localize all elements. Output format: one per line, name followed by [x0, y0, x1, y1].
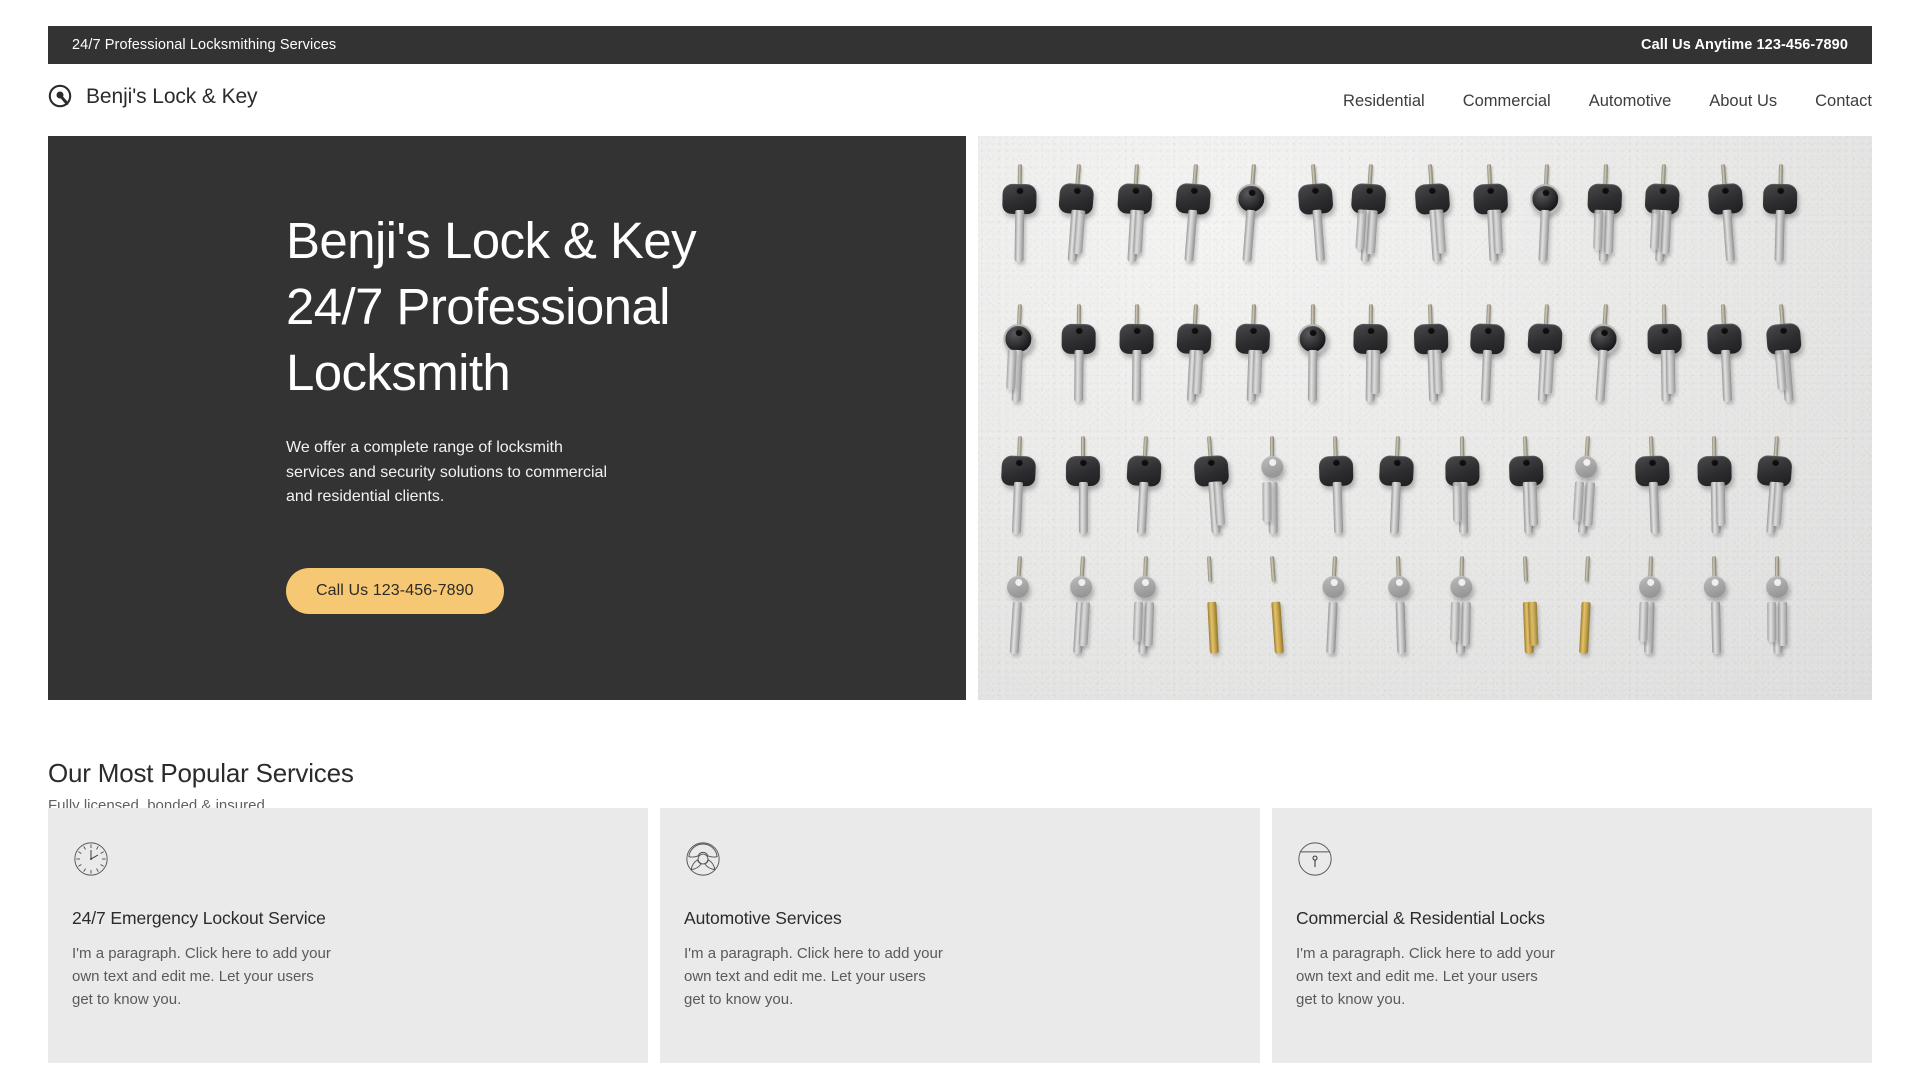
- announcement-bar: 24/7 Professional Locksmithing Services …: [48, 26, 1872, 64]
- service-card[interactable]: Commercial & Residential Locks I'm a par…: [1272, 808, 1872, 1063]
- steering-wheel-icon: [686, 842, 720, 876]
- services-header: Our Most Popular Services Fully licensed…: [48, 758, 354, 814]
- service-card-body: I'm a paragraph. Click here to add your …: [72, 945, 331, 1008]
- hero-keys-image: [978, 136, 1872, 700]
- announcement-tagline: 24/7 Professional Locksmithing Services: [72, 37, 337, 53]
- service-card-title: Commercial & Residential Locks: [1296, 908, 1545, 928]
- service-card-body: I'm a paragraph. Click here to add your …: [684, 945, 943, 1008]
- hero-image-keys: [978, 136, 1872, 700]
- padlock-keyhole-icon: [1298, 842, 1332, 876]
- hero-title: Benji's Lock & Key 24/7 Professional Loc…: [286, 212, 697, 401]
- nav-item-residential[interactable]: Residential: [1343, 92, 1425, 111]
- hero-divider: [966, 136, 978, 700]
- hero-subtitle: We offer a complete range of locksmith s…: [286, 439, 608, 505]
- services-title: Our Most Popular Services: [48, 758, 354, 788]
- main-navigation: Residential Commercial Automotive About …: [1343, 92, 1872, 111]
- service-card-body: I'm a paragraph. Click here to add your …: [1296, 945, 1555, 1008]
- brand-name: Benji's Lock & Key: [86, 85, 258, 108]
- services-card-list: 24/7 Emergency Lockout Service I'm a par…: [48, 808, 1872, 1063]
- service-card[interactable]: Automotive Services I'm a paragraph. Cli…: [660, 808, 1260, 1063]
- announcement-phone[interactable]: Call Us Anytime 123-456-7890: [1641, 37, 1848, 53]
- hero-call-button[interactable]: Call Us 123-456-7890: [286, 567, 504, 614]
- site-header: Benji's Lock & Key Residential Commercia…: [0, 64, 1920, 136]
- nav-item-about-us[interactable]: About Us: [1709, 92, 1777, 111]
- nav-item-contact[interactable]: Contact: [1815, 92, 1872, 111]
- hero-section: Benji's Lock & Key 24/7 Professional Loc…: [48, 136, 1872, 700]
- service-card-title: Automotive Services: [684, 908, 842, 928]
- nav-item-automotive[interactable]: Automotive: [1589, 92, 1672, 111]
- hero-text-panel: Benji's Lock & Key 24/7 Professional Loc…: [48, 136, 966, 700]
- brand-logo[interactable]: Benji's Lock & Key: [48, 84, 258, 110]
- keyhole-lock-icon: [48, 84, 72, 108]
- nav-item-commercial[interactable]: Commercial: [1463, 92, 1551, 111]
- service-card-title: 24/7 Emergency Lockout Service: [72, 908, 326, 928]
- service-card[interactable]: 24/7 Emergency Lockout Service I'm a par…: [48, 808, 648, 1063]
- clock-icon: [74, 842, 108, 876]
